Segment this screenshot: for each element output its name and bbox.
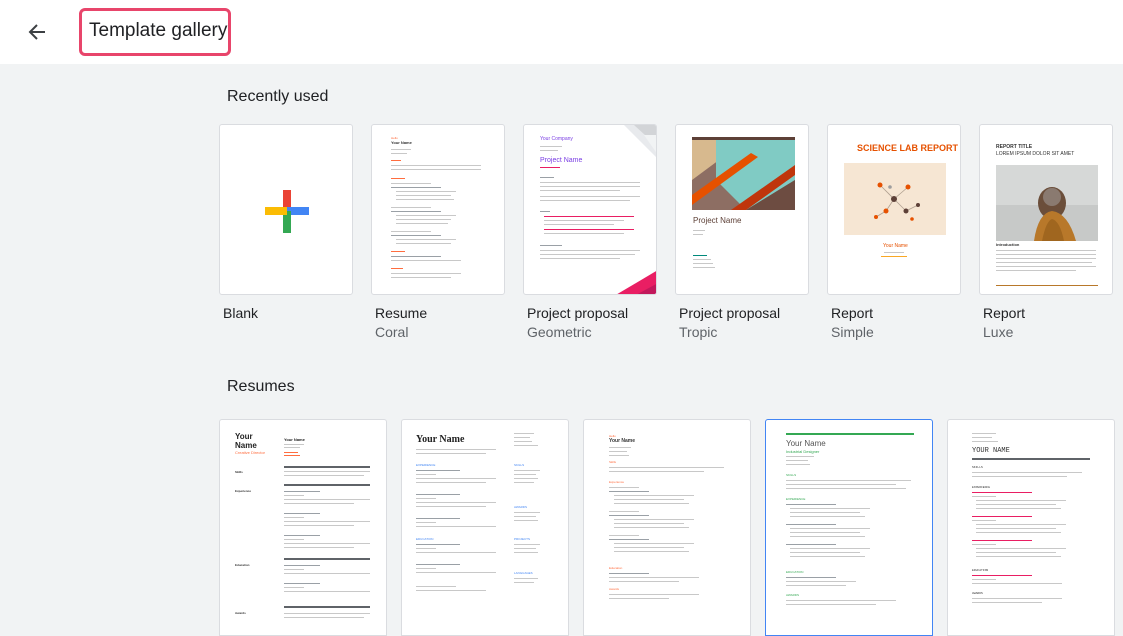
r4-skills: SKILLS (786, 473, 797, 477)
geo-company: Your Company (540, 136, 573, 142)
template-title: Project proposal (679, 305, 781, 321)
r3-awards: Awards (609, 587, 619, 591)
template-title: Report (983, 305, 1026, 321)
r4-awards: AWARDS (786, 593, 799, 597)
page-title: Template gallery (89, 20, 228, 41)
template-title: Blank (223, 305, 259, 321)
r3-edu: Education (609, 566, 623, 570)
r2-name: Your Name (416, 434, 465, 445)
resume-card-5[interactable]: YOUR NAME SKILLS EXPERIENCE EDUCATION AW… (947, 419, 1115, 636)
template-card-resume-coral[interactable]: Hello Your Name (371, 124, 505, 295)
luxe-intro: Introduction (996, 242, 1020, 247)
tropic-cover-image (692, 137, 795, 210)
r2-edu: EDUCATION (416, 537, 434, 541)
r4-exp: EXPERIENCE (786, 497, 806, 501)
template-card-blank[interactable] (219, 124, 353, 295)
r1-name-b: Name (235, 441, 257, 450)
r4-name: Your Name (786, 439, 826, 448)
section-title-resumes: Resumes (227, 378, 295, 395)
template-title: Report (831, 305, 874, 321)
r1-label-edu: Education (235, 563, 250, 567)
template-title: Resume (375, 305, 428, 321)
r1-right-name: Your Name (284, 437, 305, 442)
resume-card-2[interactable]: Your Name EXPERIENCE SKILLS AWARDS EDUCA… (401, 419, 569, 636)
tropic-title: Project Name (693, 216, 742, 225)
geo-title: Project Name (540, 157, 583, 164)
coral-name: Your Name (391, 140, 412, 145)
template-subtitle: Geometric (527, 324, 592, 340)
r4-edu: EDUCATION (786, 570, 804, 574)
r3-exp: Experience (609, 480, 625, 484)
simple-name: Your Name (883, 243, 908, 249)
resume-card-4[interactable]: Your Name Industrial Designer SKILLS EXP… (765, 419, 933, 636)
r3-skills: Skills (609, 460, 617, 464)
template-subtitle: Tropic (679, 324, 718, 340)
resume-card-3[interactable]: Hello Your Name Skills Experience Educat… (583, 419, 751, 636)
r1-label-exp: Experience (235, 489, 252, 493)
r5-skills: SKILLS (972, 466, 983, 469)
molecule-illustration (844, 163, 946, 235)
plus-icon (265, 190, 309, 233)
r4-role: Industrial Designer (786, 449, 820, 454)
r2-lang: LANGUAGES (514, 571, 533, 575)
r1-label-awards: Awards (235, 611, 246, 615)
resume-card-1[interactable]: Your Name Creative Director Your Name Sk… (219, 419, 387, 636)
template-subtitle: Coral (375, 324, 409, 340)
r2-skills: SKILLS (514, 463, 525, 467)
r5-exp: EXPERIENCE (972, 486, 991, 489)
template-title: Project proposal (527, 305, 629, 321)
r2-awards: AWARDS (514, 505, 527, 509)
r2-projects: PROJECTS (514, 537, 531, 541)
r5-awards: AWARDS (972, 592, 983, 595)
section-title-recently-used: Recently used (227, 88, 329, 105)
r1-role: Creative Director (235, 450, 266, 455)
r5-edu: EDUCATION (972, 569, 989, 572)
template-card-proposal-tropic[interactable]: Project Name (675, 124, 809, 295)
r2-exp: EXPERIENCE (416, 463, 436, 467)
template-card-report-luxe[interactable]: REPORT TITLE LOREM IPSUM DOLOR SIT AMET … (979, 124, 1113, 295)
template-card-proposal-geometric[interactable]: Your Company Project Name (523, 124, 657, 295)
r1-name-a: Your (235, 432, 253, 441)
template-subtitle: Simple (831, 324, 874, 340)
r1-label-skills: Skills (235, 470, 243, 474)
arrow-left-icon (28, 24, 45, 40)
back-button[interactable] (21, 16, 53, 48)
r5-name: YOUR NAME (972, 447, 1010, 455)
template-subtitle: Luxe (983, 324, 1014, 340)
template-card-report-simple[interactable]: SCIENCE LAB REPORT Your Name (827, 124, 961, 295)
top-bar: Template gallery (0, 0, 1123, 64)
r3-name: Your Name (609, 438, 636, 444)
